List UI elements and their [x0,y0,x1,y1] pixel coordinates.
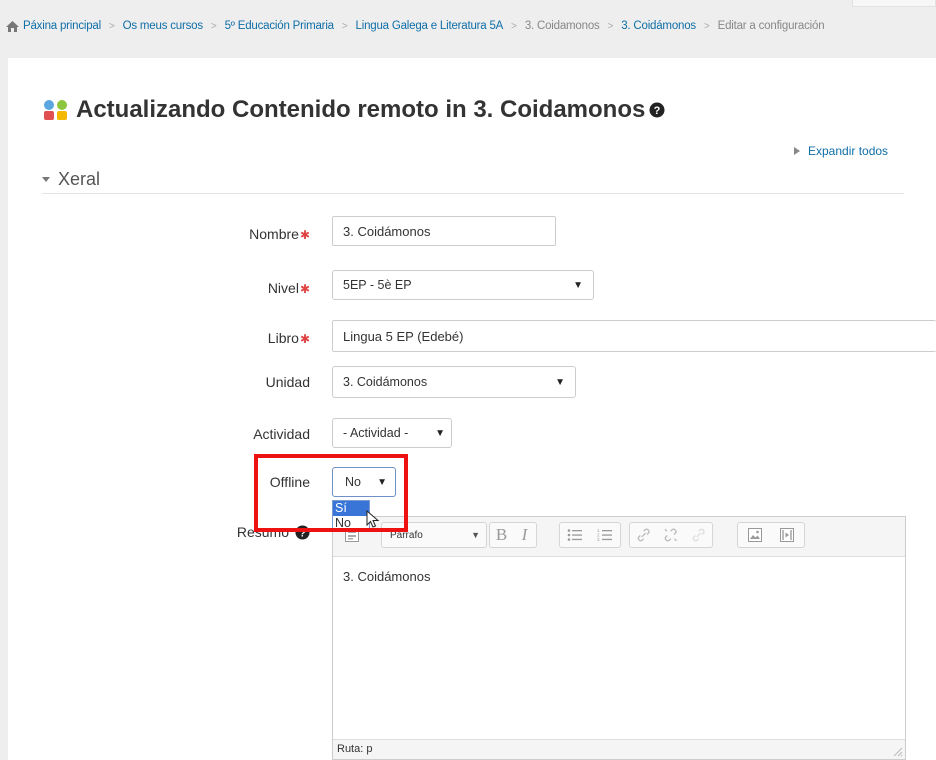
editor-toolbar: Párrafo ▼ B I 1 2 3 [333,517,905,557]
libro-label-text: Libro [267,330,299,346]
breadcrumb-category[interactable]: 5º Educación Primaria [225,20,335,32]
unidad-select-value: 3. Coidámonos [343,375,428,389]
svg-text:?: ? [654,105,661,117]
section-header-general[interactable]: Xeral [42,166,904,194]
summary-editor: Párrafo ▼ B I 1 2 3 3. Coidámonos Ruta: … [332,516,906,760]
media-group [737,522,805,548]
help-icon[interactable]: ? [649,102,665,118]
nivel-select-value: 5EP - 5è EP [343,278,412,292]
libro-label: Libro✱ [268,330,310,346]
topbar-strip [852,0,936,7]
page-title: Actualizando Contenido remoto in 3. Coid… [42,96,665,124]
chevron-down-icon: ▼ [471,530,480,540]
resize-grip-icon[interactable] [891,745,903,757]
home-icon[interactable] [6,20,19,32]
italic-button[interactable]: I [513,525,536,545]
libro-select[interactable]: Lingua 5 EP (Edebé) [332,320,936,352]
nombre-label-text: Nombre [249,226,299,242]
unordered-list-icon[interactable] [567,528,583,542]
unidad-label: Unidad [265,374,310,390]
page-title-text: Actualizando Contenido remoto in 3. Coid… [76,96,646,123]
nombre-label: Nombre✱ [249,226,310,242]
module-icon [44,100,67,120]
actividad-select-value: - Actividad - [343,426,409,440]
breadcrumb-home[interactable]: Páxina principal [23,20,101,32]
expand-triangle-icon [794,147,800,155]
unidad-select[interactable]: 3. Coidámonos ▼ [332,366,576,398]
breadcrumb-section: 3. Coidamonos [524,20,600,32]
text-style-group: B I [489,522,537,548]
nivel-select[interactable]: 5EP - 5è EP ▼ [332,270,594,300]
media-icon[interactable] [780,528,794,542]
list-group: 1 2 3 [559,522,621,548]
breadcrumb-separator: > [341,20,348,32]
unlink-icon[interactable] [663,527,678,543]
collapse-caret-icon [42,177,50,182]
annotation-highlight-box [254,454,408,532]
breadcrumb-separator: > [511,20,517,32]
bold-button[interactable]: B [490,525,513,545]
nivel-label-text: Nivel [267,280,299,296]
required-star-icon: ✱ [299,332,310,346]
breadcrumb-separator: > [703,20,710,32]
breadcrumb: Páxina principal > Os meus cursos > 5º E… [6,16,936,36]
editor-content-area[interactable]: 3. Coidámonos [333,557,905,596]
link-group [629,522,713,548]
actividad-label: Actividad [253,426,310,442]
link-icon[interactable] [636,527,651,543]
section-title: Xeral [58,169,101,189]
breadcrumb-current: Editar a configuración [717,20,825,32]
required-star-icon: ✱ [299,282,310,296]
chevron-down-icon: ▼ [435,427,445,439]
breadcrumb-separator: > [607,20,614,32]
expand-all-label: Expandir todos [808,144,889,158]
nombre-input[interactable]: 3. Coidámonos [332,216,556,246]
svg-text:3: 3 [597,537,600,542]
image-icon[interactable] [748,528,762,542]
editor-status-bar: Ruta: p [333,739,905,759]
chevron-down-icon: ▼ [573,279,583,291]
actividad-select[interactable]: - Actividad - ▼ [332,418,452,448]
breadcrumb-separator: > [210,20,217,32]
anchor-icon[interactable] [691,527,706,543]
required-star-icon: ✱ [299,228,310,242]
ordered-list-icon[interactable]: 1 2 3 [597,528,613,542]
breadcrumb-my-courses[interactable]: Os meus cursos [123,20,203,32]
breadcrumb-course[interactable]: Lingua Galega e Literatura 5A [356,20,504,32]
chevron-down-icon: ▼ [555,376,565,388]
expand-all-link[interactable]: Expandir todos [794,144,888,158]
breadcrumb-separator: > [109,20,115,32]
breadcrumb-activity[interactable]: 3. Coidámonos [621,20,696,32]
main-panel: Actualizando Contenido remoto in 3. Coid… [8,58,936,760]
nivel-label: Nivel✱ [268,280,310,296]
